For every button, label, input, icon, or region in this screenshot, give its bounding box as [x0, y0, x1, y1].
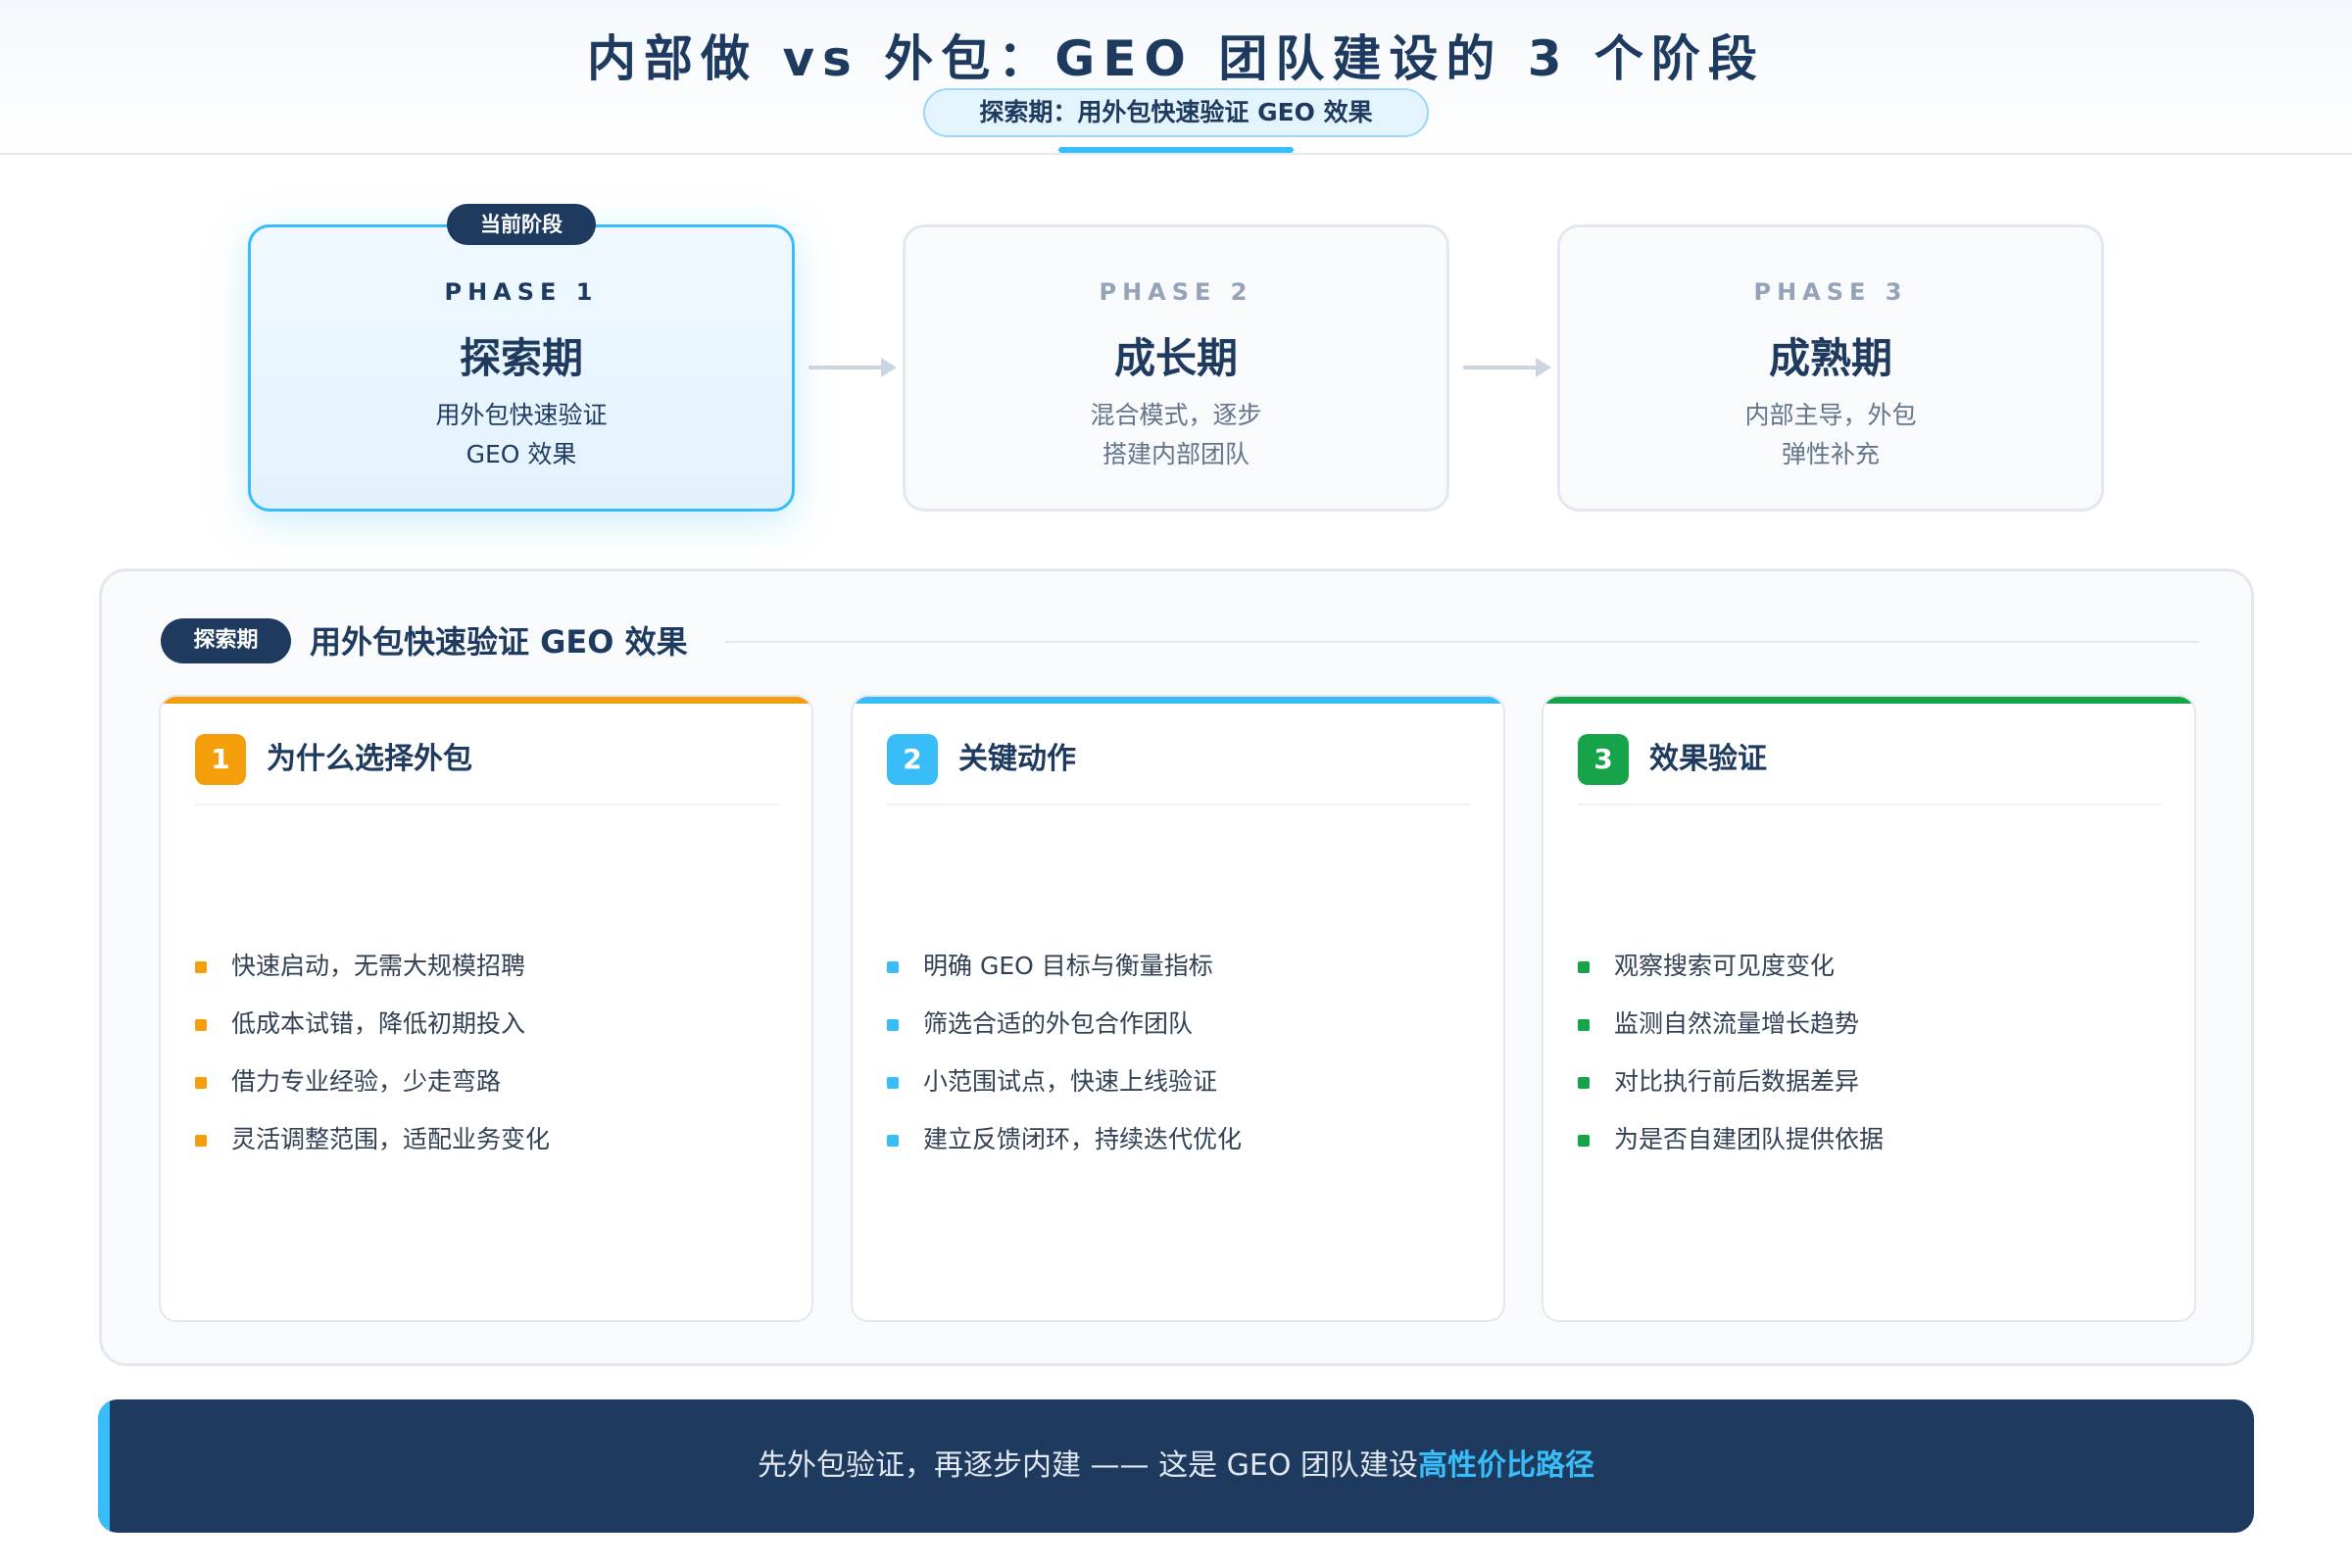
list-item: 观察搜索可见度变化 — [1578, 947, 2166, 1004]
bullet-icon — [195, 961, 207, 973]
divider — [1578, 804, 2162, 806]
bullet-icon — [887, 1077, 899, 1089]
subtitle-pill: 探索期：用外包快速验证 GEO 效果 — [923, 88, 1429, 137]
column-accent-bar — [161, 697, 811, 704]
bullet-list: 观察搜索可见度变化 监测自然流量增长趋势 对比执行前后数据差异 为是否自建团队提… — [1578, 947, 2166, 1178]
list-item-text: 快速启动，无需大规模招聘 — [231, 952, 526, 980]
bullet-icon — [195, 1019, 207, 1031]
list-item-text: 明确 GEO 目标与衡量指标 — [923, 952, 1213, 980]
column-accent-bar — [1544, 697, 2194, 704]
list-item: 为是否自建团队提供依据 — [1578, 1120, 2166, 1178]
column-key-actions: 2 关键动作 明确 GEO 目标与衡量指标 筛选合适的外包合作团队 小范围试点，… — [851, 695, 1505, 1322]
list-item: 明确 GEO 目标与衡量指标 — [887, 947, 1475, 1004]
column-number-badge: 2 — [887, 734, 938, 785]
list-item: 小范围试点，快速上线验证 — [887, 1062, 1475, 1120]
column-result-validation: 3 效果验证 观察搜索可见度变化 监测自然流量增长趋势 对比执行前后数据差异 为… — [1542, 695, 2196, 1322]
list-item: 监测自然流量增长趋势 — [1578, 1004, 2166, 1062]
phase-desc-line: GEO 效果 — [466, 440, 577, 468]
list-item-text: 小范围试点，快速上线验证 — [923, 1067, 1218, 1096]
divider — [725, 641, 2199, 643]
column-accent-bar — [853, 697, 1503, 704]
list-item-text: 建立反馈闭环，持续迭代优化 — [923, 1125, 1243, 1153]
phase-card-1[interactable]: PHASE 1 探索期 用外包快速验证 GEO 效果 — [248, 224, 795, 512]
list-item-text: 低成本试错，降低初期投入 — [231, 1009, 526, 1038]
phase-desc-line: 搭建内部团队 — [1102, 440, 1250, 468]
bullet-icon — [1578, 1077, 1590, 1089]
phase-label: PHASE 1 — [444, 278, 599, 306]
phase-desc: 内部主导，外包 弹性补充 — [1560, 396, 2101, 474]
phase-label: PHASE 2 — [1099, 278, 1253, 306]
banner-text: 先外包验证，再逐步内建 —— 这是 GEO 团队建设高性价比路径 — [98, 1399, 2254, 1533]
bullet-icon — [195, 1077, 207, 1089]
list-item-text: 观察搜索可见度变化 — [1614, 952, 1836, 980]
phase-detail-panel: 探索期 用外包快速验证 GEO 效果 1 为什么选择外包 快速启动，无需大规模招… — [99, 568, 2254, 1366]
bullet-icon — [1578, 1135, 1590, 1147]
banner-highlight: 高性价比路径 — [1417, 1448, 1594, 1483]
phase-desc: 用外包快速验证 GEO 效果 — [251, 396, 792, 474]
page-title: 内部做 vs 外包：GEO 团队建设的 3 个阶段 — [587, 30, 1765, 87]
column-why-outsource: 1 为什么选择外包 快速启动，无需大规模招聘 低成本试错，降低初期投入 借力专业… — [159, 695, 813, 1322]
bullet-list: 明确 GEO 目标与衡量指标 筛选合适的外包合作团队 小范围试点，快速上线验证 … — [887, 947, 1475, 1178]
current-stage-badge: 当前阶段 — [447, 204, 596, 245]
column-title: 为什么选择外包 — [267, 742, 472, 776]
list-item-text: 监测自然流量增长趋势 — [1614, 1009, 1860, 1038]
list-item-text: 借力专业经验，少走弯路 — [231, 1067, 502, 1096]
bullet-icon — [887, 961, 899, 973]
column-number-badge: 1 — [195, 734, 246, 785]
bullet-list: 快速启动，无需大规模招聘 低成本试错，降低初期投入 借力专业经验，少走弯路 灵活… — [195, 947, 783, 1178]
phase-label: PHASE 3 — [1753, 278, 1908, 306]
phase-desc-line: 用外包快速验证 — [435, 401, 608, 429]
banner-text-main: 先外包验证，再逐步内建 —— 这是 GEO 团队建设 — [758, 1448, 1418, 1483]
phase-desc-line: 内部主导，外包 — [1744, 401, 1917, 429]
phase-desc-line: 弹性补充 — [1781, 440, 1880, 468]
column-title: 关键动作 — [958, 742, 1076, 776]
divider — [195, 804, 779, 806]
phase-card-2[interactable]: PHASE 2 成长期 混合模式，逐步 搭建内部团队 — [903, 224, 1449, 512]
panel-title: 用外包快速验证 GEO 效果 — [310, 623, 688, 661]
column-number-badge: 3 — [1578, 734, 1629, 785]
phase-name: 探索期 — [459, 334, 583, 382]
header-underline — [1058, 147, 1294, 153]
list-item: 筛选合适的外包合作团队 — [887, 1004, 1475, 1062]
summary-banner: 先外包验证，再逐步内建 —— 这是 GEO 团队建设高性价比路径 — [98, 1399, 2254, 1533]
bullet-icon — [1578, 1019, 1590, 1031]
list-item: 灵活调整范围，适配业务变化 — [195, 1120, 783, 1178]
bullet-icon — [887, 1019, 899, 1031]
page-header: 内部做 vs 外包：GEO 团队建设的 3 个阶段 探索期：用外包快速验证 GE… — [0, 0, 2352, 155]
arrow-right-icon — [1463, 356, 1551, 379]
phase-card-3[interactable]: PHASE 3 成熟期 内部主导，外包 弹性补充 — [1557, 224, 2104, 512]
bullet-icon — [1578, 961, 1590, 973]
bullet-icon — [887, 1135, 899, 1147]
phase-desc: 混合模式，逐步 搭建内部团队 — [906, 396, 1446, 474]
list-item: 快速启动，无需大规模招聘 — [195, 947, 783, 1004]
list-item-text: 灵活调整范围，适配业务变化 — [231, 1125, 551, 1153]
list-item: 对比执行前后数据差异 — [1578, 1062, 2166, 1120]
panel-tag: 探索期 — [161, 618, 291, 663]
arrow-right-icon — [808, 356, 897, 379]
column-title: 效果验证 — [1649, 742, 1767, 776]
list-item: 低成本试错，降低初期投入 — [195, 1004, 783, 1062]
bullet-icon — [195, 1135, 207, 1147]
phase-name: 成熟期 — [1768, 334, 1892, 382]
phase-name: 成长期 — [1113, 334, 1238, 382]
list-item-text: 为是否自建团队提供依据 — [1614, 1125, 1885, 1153]
list-item: 借力专业经验，少走弯路 — [195, 1062, 783, 1120]
phase-desc-line: 混合模式，逐步 — [1090, 401, 1262, 429]
divider — [887, 804, 1471, 806]
list-item: 建立反馈闭环，持续迭代优化 — [887, 1120, 1475, 1178]
list-item-text: 筛选合适的外包合作团队 — [923, 1009, 1194, 1038]
list-item-text: 对比执行前后数据差异 — [1614, 1067, 1860, 1096]
